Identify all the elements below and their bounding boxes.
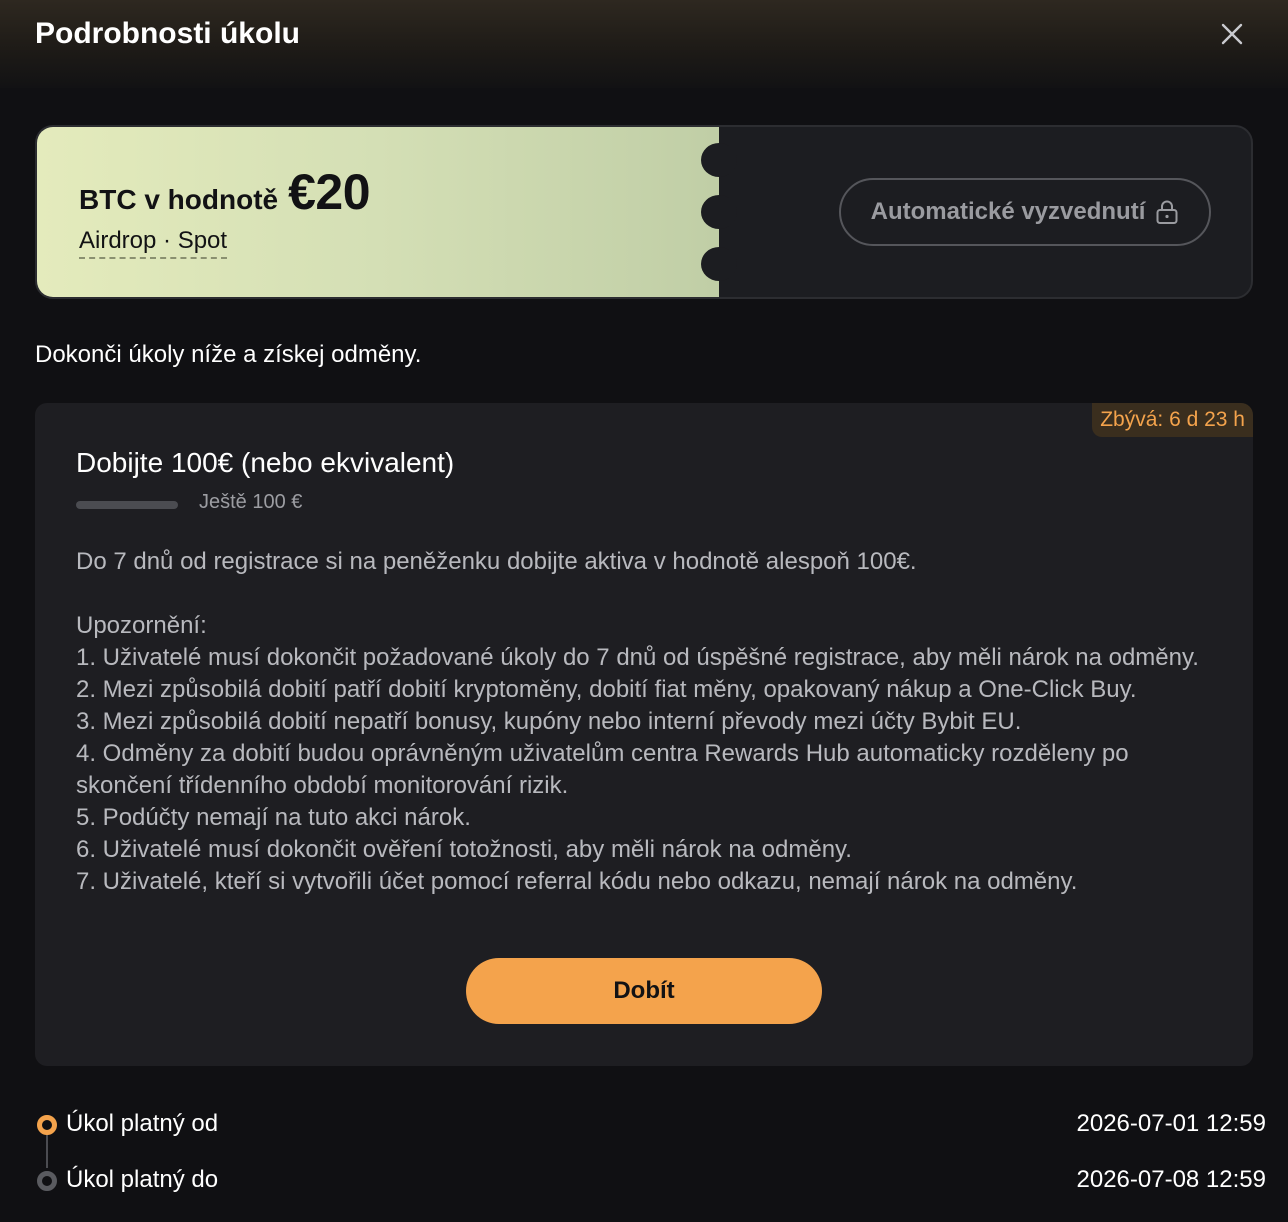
timeline-dot-active: [37, 1115, 57, 1135]
modal-header: Podrobnosti úkolu: [0, 0, 1288, 88]
progress-label: Ještě 100 €: [199, 491, 303, 513]
notice-section: Upozornění: 1. Uživatelé musí dokončit p…: [76, 610, 1226, 898]
notice-item: 5. Podúčty nemají na tuto akci nárok.: [76, 804, 471, 831]
reward-prefix: BTC v hodnotě: [79, 184, 279, 215]
notice-item: 2. Mezi způsobilá dobití patří dobití kr…: [76, 676, 1137, 703]
notice-item: 7. Uživatelé, kteří si vytvořili účet po…: [76, 868, 1078, 895]
validity-to-label: Úkol platný do: [66, 1166, 219, 1193]
validity-timeline: Úkol platný od 2026-07-01 12:59 Úkol pla…: [35, 1100, 1266, 1210]
task-card: Zbývá: 6 d 23 h Dobijte 100€ (nebo ekviv…: [35, 403, 1253, 1066]
notice-item: 3. Mezi způsobilá dobití nepatří bonusy,…: [76, 708, 1022, 735]
notice-item: 4. Odměny za dobití budou oprávněným uži…: [76, 740, 1129, 799]
validity-to-row: Úkol platný do 2026-07-08 12:59: [35, 1164, 1266, 1198]
close-icon: [1221, 23, 1243, 45]
task-description: Do 7 dnů od registrace si na peněženku d…: [76, 548, 917, 575]
close-button[interactable]: [1214, 16, 1250, 52]
validity-from-value: 2026-07-01 12:59: [1076, 1110, 1267, 1137]
coupon-notch: [701, 195, 737, 229]
topup-button[interactable]: Dobít: [466, 958, 822, 1024]
lock-icon: [1156, 200, 1178, 224]
notice-item: 1. Uživatelé musí dokončit požadované úk…: [76, 644, 1199, 671]
auto-claim-button[interactable]: Automatické vyzvednutí: [839, 178, 1211, 246]
notice-item: 6. Uživatelé musí dokončit ověření totož…: [76, 836, 852, 863]
reward-card: BTC v hodnotě €20 Airdrop · Spot Automat…: [35, 125, 1253, 299]
progress-bar: [76, 501, 178, 509]
coupon-notch: [701, 143, 737, 177]
validity-from-row: Úkol platný od 2026-07-01 12:59: [35, 1108, 1266, 1142]
modal-title: Podrobnosti úkolu: [35, 17, 300, 50]
validity-from-label: Úkol platný od: [66, 1110, 219, 1137]
auto-claim-label: Automatické vyzvednutí: [870, 198, 1146, 225]
notice-heading: Upozornění:: [76, 612, 207, 639]
coupon-notch: [701, 247, 737, 281]
intro-text: Dokonči úkoly níže a získej odměny.: [35, 341, 422, 368]
reward-tags[interactable]: Airdrop · Spot: [79, 227, 228, 259]
reward-coupon: BTC v hodnotě €20 Airdrop · Spot: [37, 127, 737, 297]
timeline-dot: [37, 1171, 57, 1191]
countdown-badge: Zbývá: 6 d 23 h: [1092, 403, 1253, 437]
validity-to-value: 2026-07-08 12:59: [1076, 1166, 1267, 1193]
reward-amount: €20: [288, 164, 371, 220]
task-title: Dobijte 100€ (nebo ekvivalent): [76, 447, 455, 478]
reward-value: BTC v hodnotě €20: [79, 163, 371, 221]
